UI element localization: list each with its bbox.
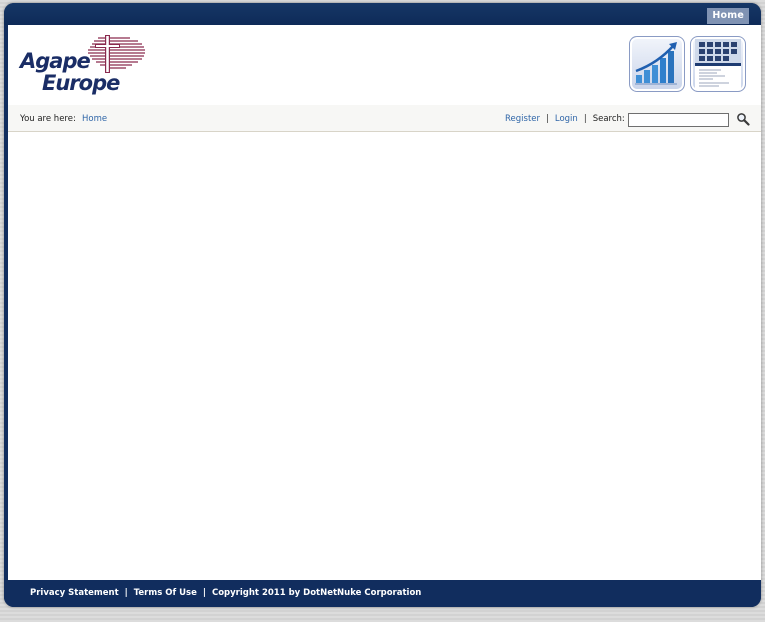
- separator: |: [546, 114, 549, 124]
- breadcrumb-home-link[interactable]: Home: [82, 114, 107, 124]
- bar-chart-icon: [635, 42, 677, 85]
- terms-of-use-link[interactable]: Terms Of Use: [134, 588, 197, 598]
- page-frame: Home Agape Europe You are here: Home Reg…: [4, 3, 761, 607]
- separator: |: [583, 114, 587, 124]
- page-content: Agape Europe You are here: Home Register…: [8, 25, 761, 580]
- logo-text-agape: Agape: [20, 49, 91, 73]
- user-links: Register | Login | Search:: [505, 114, 625, 124]
- site-header: Agape Europe: [8, 25, 761, 105]
- calculator-icon: [695, 39, 741, 89]
- cross-flag-logo-icon: [88, 35, 145, 73]
- calculator-document-tile-icon[interactable]: [690, 36, 746, 92]
- copyright-text: Copyright 2011 by DotNetNuke Corporation: [211, 588, 422, 598]
- breadcrumb-label: You are here:: [20, 114, 76, 124]
- logo-text-europe: Europe: [42, 71, 120, 95]
- register-link[interactable]: Register: [505, 114, 540, 124]
- footer-separator: |: [124, 588, 128, 598]
- search-input[interactable]: [628, 113, 729, 127]
- site-footer: Privacy Statement | Terms Of Use | Copyright…: [4, 580, 761, 607]
- login-link[interactable]: Login: [555, 114, 578, 124]
- privacy-statement-link[interactable]: Privacy Statement: [30, 588, 119, 598]
- search-label: Search:: [592, 114, 625, 124]
- breadcrumb-bar: You are here: Home Register | Login | Search…: [8, 105, 761, 132]
- footer-separator: |: [202, 588, 206, 598]
- site-logo[interactable]: Agape Europe: [18, 33, 146, 99]
- top-nav-bar: Home: [4, 3, 761, 25]
- main-content-pane: [8, 132, 761, 580]
- footer-links: Privacy Statement | Terms Of Use | Copyright…: [30, 588, 421, 598]
- nav-home-button[interactable]: Home: [707, 8, 749, 24]
- search-magnifier-icon[interactable]: [736, 112, 750, 126]
- growth-chart-tile-icon[interactable]: [629, 36, 685, 92]
